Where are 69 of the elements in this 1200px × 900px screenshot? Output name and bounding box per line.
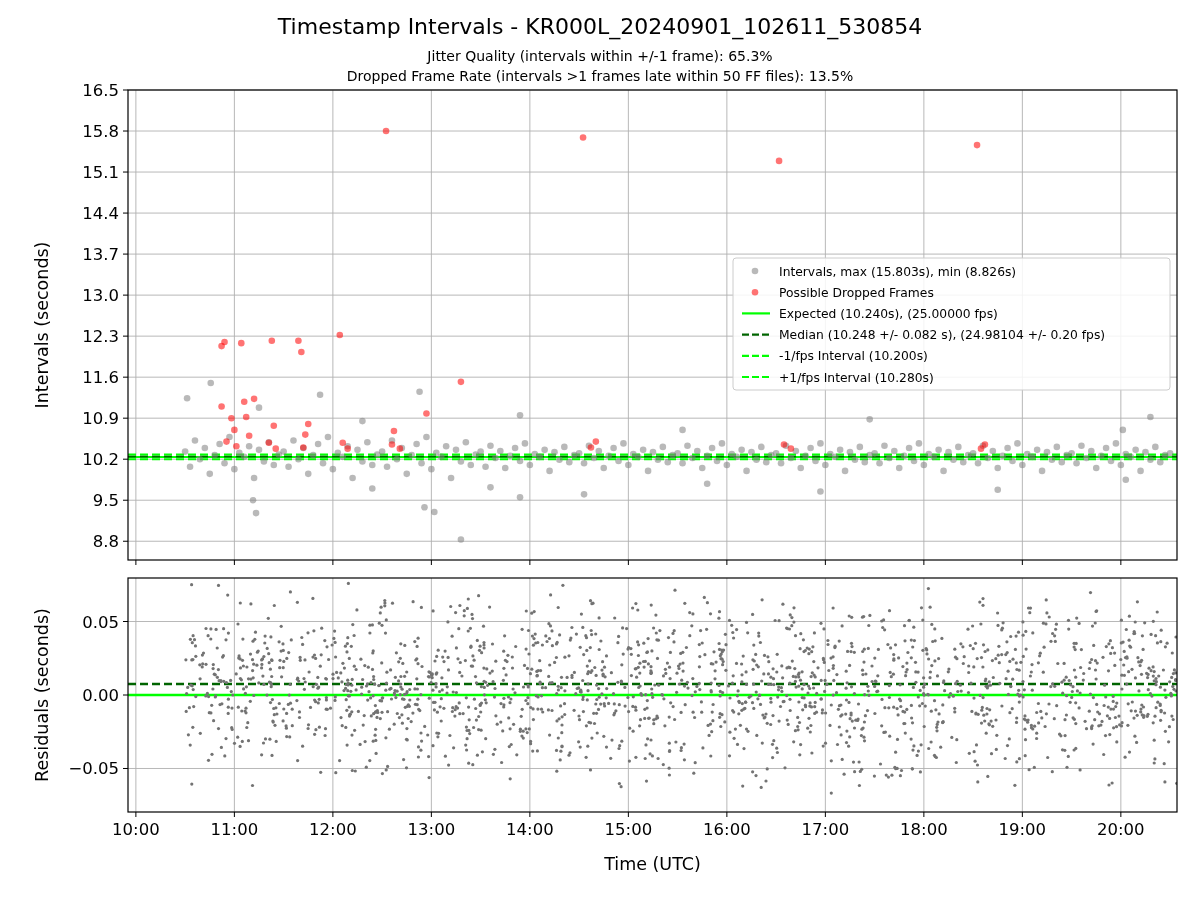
legend-label: Expected (10.240s), (25.00000 fps) [779, 306, 998, 321]
tick-label: 15:00 [604, 820, 653, 839]
tick-label: 15.1 [82, 163, 119, 183]
point [237, 339, 245, 347]
tick-label: 16:00 [703, 820, 751, 839]
point [245, 432, 253, 440]
point [231, 426, 238, 434]
point [579, 134, 587, 141]
point [240, 398, 248, 406]
point [228, 414, 235, 422]
point [339, 439, 347, 447]
tick-label: 16.5 [82, 81, 119, 100]
axis-label: Residuals (seconds) [32, 608, 52, 782]
point [298, 348, 305, 356]
chart-title: Timestamp Intervals - KR000L_20240901_102611_530854 [277, 14, 923, 40]
tick-label: 8.8 [92, 532, 119, 552]
point [221, 338, 228, 346]
tick-label: 14:00 [506, 820, 554, 839]
tick-label: 14.4 [82, 204, 119, 224]
point [272, 445, 280, 452]
tick-label: 18:00 [900, 820, 948, 839]
point [302, 431, 309, 438]
point [592, 438, 600, 445]
tick-label: 10:00 [112, 820, 160, 839]
point [457, 378, 465, 386]
legend-label: Intervals, max (15.803s), min (8.826s) [779, 264, 1017, 279]
point [336, 331, 344, 339]
tick-label: 10.2 [82, 450, 119, 470]
legend-label: Possible Dropped Frames [779, 285, 934, 300]
point [233, 443, 240, 450]
tick-label: 19:00 [998, 820, 1047, 839]
tick-label: 11:00 [210, 820, 259, 839]
point [775, 157, 783, 165]
tick-label: 0.00 [82, 686, 119, 705]
point [973, 141, 981, 149]
chart-subtitle: Jitter Quality (intervals within +/-1 frame): 65.3% [427, 47, 773, 66]
tick-label: 0.05 [82, 612, 119, 632]
tick-label: 13.7 [82, 245, 119, 265]
tick-label: 12.3 [82, 327, 119, 347]
tick-label: 20:00 [1097, 820, 1145, 839]
point [268, 337, 276, 345]
legend-label: -1/fps Interval (10.200s) [779, 349, 928, 364]
tick-label: 11.6 [82, 368, 119, 388]
tick-label: 12:00 [309, 820, 357, 839]
point [250, 395, 258, 403]
point [218, 403, 225, 410]
axis-label: Intervals (seconds) [32, 241, 52, 409]
legend-label: Median (10.248 +/- 0.082 s), (24.98104 +/- 0.20 fps) [779, 328, 1106, 343]
tick-label: 10.9 [82, 409, 119, 429]
point [218, 342, 225, 350]
tick-label: 13:00 [407, 820, 456, 839]
point [382, 127, 390, 135]
point [242, 413, 250, 421]
axis-label: Time (UTC) [604, 854, 701, 874]
point [270, 422, 278, 430]
tick-label: −0.05 [68, 759, 119, 779]
chart-subtitle: Dropped Frame Rate (intervals >1 frames late within 50 FF files): 13.5% [346, 67, 854, 86]
point [388, 441, 396, 448]
point [423, 410, 430, 417]
legend-label: +1/fps Interval (10.280s) [779, 370, 934, 385]
point [223, 438, 230, 445]
tick-label: 17:00 [801, 820, 850, 839]
point [295, 337, 302, 345]
point [304, 420, 312, 428]
tick-label: 9.5 [92, 491, 119, 511]
tick-label: 15.8 [82, 122, 119, 141]
point [787, 445, 795, 452]
point [390, 427, 398, 435]
tick-label: 13.0 [82, 286, 119, 306]
